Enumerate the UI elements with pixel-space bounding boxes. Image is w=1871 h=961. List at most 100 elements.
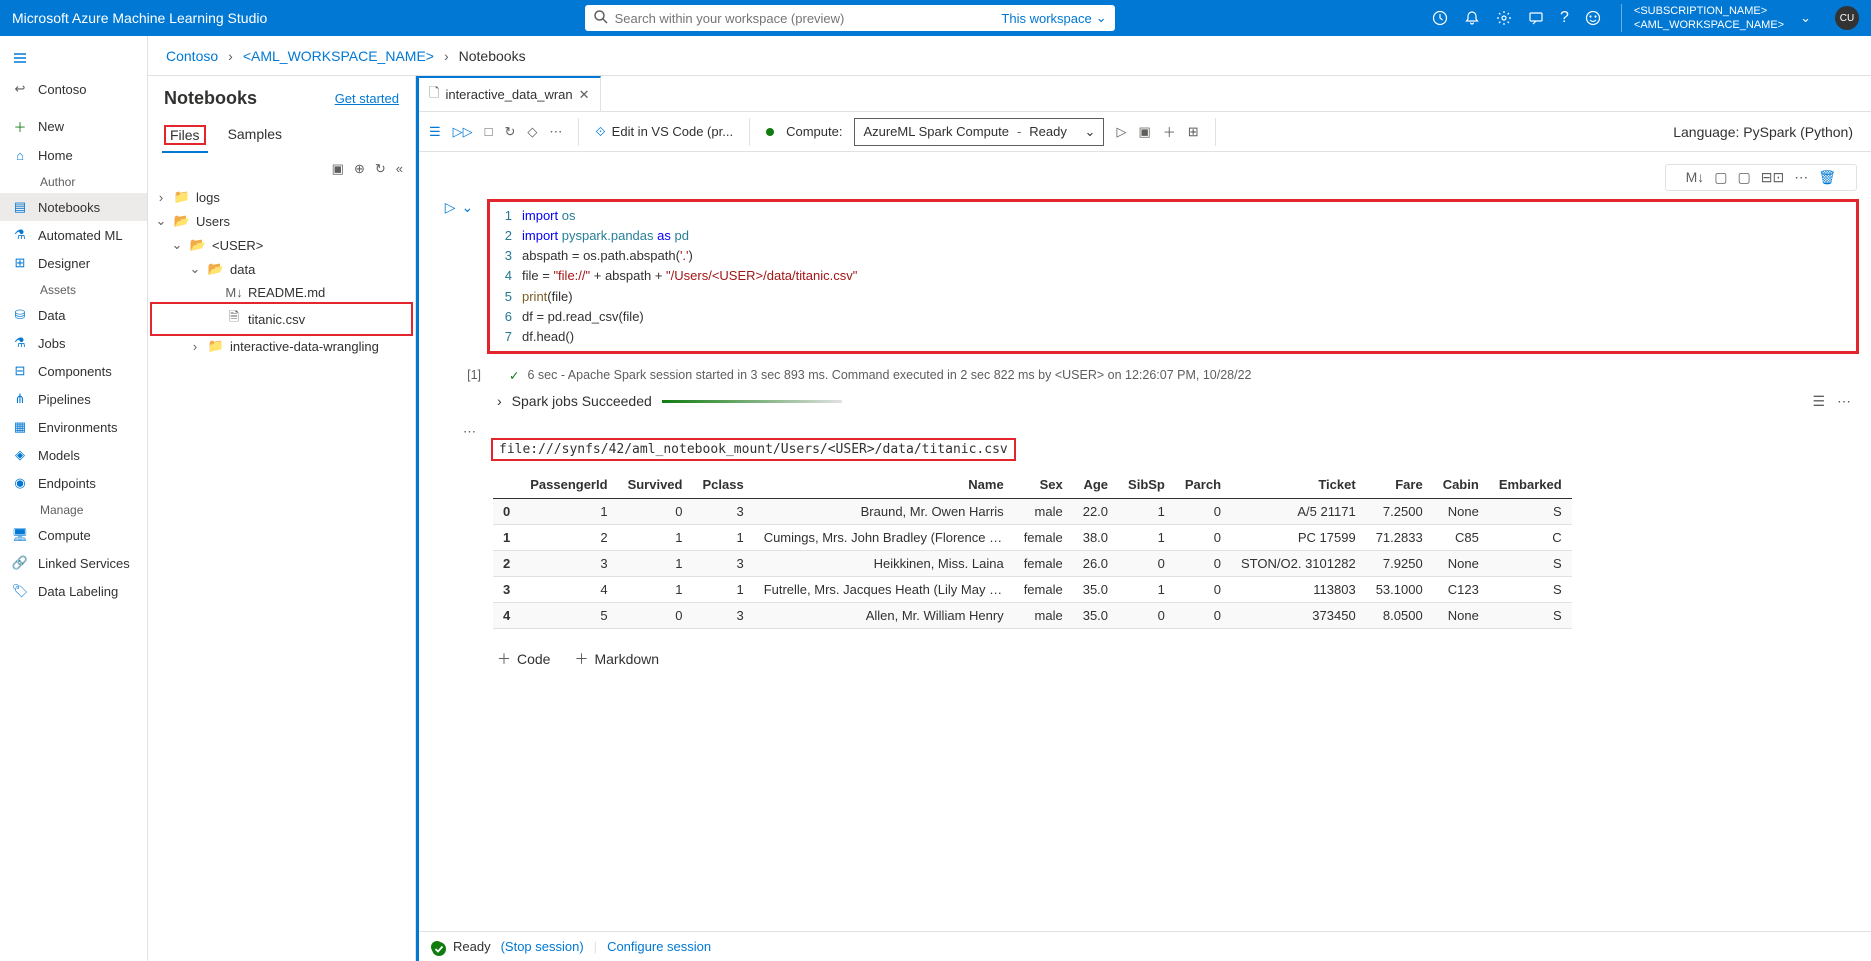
clear-icon[interactable]: ◇: [527, 124, 537, 140]
sidebar-item-designer[interactable]: ⊞ Designer: [0, 249, 147, 277]
label-icon: 🏷: [12, 583, 28, 599]
sidebar-item-back[interactable]: ↩ Contoso: [0, 75, 147, 103]
sidebar-item-models[interactable]: ◈Models: [0, 441, 147, 469]
markdown-toggle-icon[interactable]: M↓: [1686, 169, 1705, 186]
compute-status: Ready: [1029, 124, 1067, 139]
sidebar-item-new[interactable]: ＋ New: [0, 111, 147, 142]
sidebar-label: Components: [38, 364, 112, 379]
move-down-icon[interactable]: ▢: [1738, 169, 1751, 186]
tree-folder-data[interactable]: ⌄ 📂 data: [152, 257, 411, 281]
tree-label: README.md: [248, 285, 409, 300]
play-icon[interactable]: ▷: [1116, 124, 1126, 140]
move-up-icon[interactable]: ▢: [1714, 169, 1727, 186]
gear-icon[interactable]: [1496, 10, 1512, 26]
menu-icon[interactable]: ☰: [429, 124, 441, 140]
breadcrumb-link[interactable]: Contoso: [166, 48, 218, 64]
help-icon[interactable]: ?: [1560, 9, 1569, 27]
stop-session-link[interactable]: (Stop session): [501, 939, 584, 954]
feedback-icon[interactable]: [1528, 10, 1544, 26]
sidebar-item-data[interactable]: ⛁Data: [0, 301, 147, 329]
sidebar-label: New: [38, 119, 64, 134]
tree-folder-idw[interactable]: › 📁 interactive-data-wrangling: [152, 334, 411, 358]
sidebar-item-home[interactable]: ⌂ Home: [0, 142, 147, 169]
more-icon[interactable]: ⋯: [549, 124, 562, 140]
sidebar-item-components[interactable]: ⊟Components: [0, 357, 147, 385]
dataframe-table: PassengerIdSurvivedPclassNameSexAgeSibSp…: [493, 471, 1572, 629]
collapse-icon[interactable]: «: [396, 161, 403, 177]
delete-icon[interactable]: 🗑: [1818, 169, 1836, 186]
edit-vscode-button[interactable]: ⟐ Edit in VS Code (pr...: [595, 124, 733, 140]
run-all-icon[interactable]: ▷▷: [453, 124, 473, 140]
chevron-down-icon[interactable]: ⌄: [1800, 10, 1811, 26]
search-scope[interactable]: This workspace ⌄: [1001, 10, 1106, 26]
sidebar-item-labeling[interactable]: 🏷Data Labeling: [0, 577, 147, 605]
hamburger-icon[interactable]: [0, 44, 147, 75]
search-input[interactable]: [615, 11, 994, 26]
add-icon[interactable]: ⊕: [354, 161, 365, 177]
designer-icon: ⊞: [12, 255, 28, 271]
language-label[interactable]: Language: PySpark (Python): [1673, 124, 1861, 140]
view-icon[interactable]: ⊞: [1188, 124, 1199, 140]
list-icon[interactable]: ☰: [1812, 393, 1825, 410]
back-arrow-icon: ↩: [12, 81, 28, 97]
sidebar-item-linked[interactable]: 🔗Linked Services: [0, 549, 147, 577]
editor-tab[interactable]: 🗋 interactive_data_wran ✕: [419, 76, 601, 111]
chevron-down-icon: ⌄: [1085, 124, 1096, 140]
tab-samples[interactable]: Samples: [226, 122, 284, 152]
compute-select[interactable]: AzureML Spark Compute - Ready ⌄: [854, 118, 1104, 146]
search-box[interactable]: This workspace ⌄: [585, 5, 1115, 31]
vscode-icon: ⟐: [595, 124, 605, 140]
execution-status: [1] ✓ 6 sec - Apache Spark session start…: [419, 362, 1871, 383]
sidebar-item-notebooks[interactable]: ▤ Notebooks: [0, 193, 147, 221]
stop-icon[interactable]: □: [485, 124, 493, 139]
sidebar-item-compute[interactable]: 🖥Compute: [0, 521, 147, 549]
smile-icon[interactable]: [1585, 10, 1601, 26]
clock-icon[interactable]: [1432, 10, 1448, 26]
sidebar-item-pipelines[interactable]: ⋔Pipelines: [0, 385, 147, 413]
configure-session-link[interactable]: Configure session: [607, 939, 711, 954]
run-cell-icon[interactable]: ▷: [445, 199, 456, 216]
refresh-icon[interactable]: ↻: [375, 161, 386, 177]
tree-folder-logs[interactable]: › 📁 logs: [152, 185, 411, 209]
code-editor[interactable]: 1import os2import pyspark.pandas as pd3a…: [487, 199, 1859, 354]
subscription-info[interactable]: <SUBSCRIPTION_NAME> <AML_WORKSPACE_NAME>: [1621, 4, 1784, 33]
sidebar-label: Designer: [38, 256, 90, 271]
split-icon[interactable]: ⊟⊡: [1761, 169, 1784, 186]
plus-icon: ＋: [574, 649, 588, 669]
workspace-name: <AML_WORKSPACE_NAME>: [1634, 18, 1784, 32]
sidebar-item-jobs[interactable]: ⚗Jobs: [0, 329, 147, 357]
add-code-button[interactable]: ＋Code: [497, 649, 550, 669]
avatar[interactable]: CU: [1835, 6, 1859, 30]
add-cell-row: ＋Code ＋Markdown: [419, 629, 1871, 669]
models-icon: ◈: [12, 447, 28, 463]
add-markdown-button[interactable]: ＋Markdown: [574, 649, 659, 669]
terminal-icon[interactable]: ▣: [1138, 124, 1150, 140]
cell-more-icon[interactable]: ⋯: [419, 418, 1871, 440]
sidebar-item-automl[interactable]: ⚗ Automated ML: [0, 221, 147, 249]
tree-file-titanic[interactable]: 🗎 titanic.csv: [152, 304, 411, 334]
vscode-label: Edit in VS Code (pr...: [612, 124, 733, 139]
add-compute-icon[interactable]: ＋: [1163, 122, 1176, 141]
chevron-right-icon[interactable]: ›: [497, 393, 502, 409]
markdown-icon: M↓: [226, 285, 242, 300]
restart-icon[interactable]: ↻: [505, 124, 516, 140]
code-cell: ▷ ⌄ 1import os2import pyspark.pandas as …: [419, 191, 1871, 362]
tree-folder-user[interactable]: ⌄ 📂 <USER>: [152, 233, 411, 257]
sidebar-label: Data: [38, 308, 65, 323]
tree-file-readme[interactable]: M↓ README.md: [152, 281, 411, 304]
more-icon[interactable]: ⋯: [1794, 169, 1808, 186]
chevron-down-icon: ⌄: [154, 213, 168, 229]
chevron-down-icon[interactable]: ⌄: [462, 199, 474, 216]
terminal-icon[interactable]: ▣: [332, 161, 344, 177]
tab-files[interactable]: Files: [162, 121, 208, 153]
bell-icon[interactable]: [1464, 10, 1480, 26]
more-icon[interactable]: ⋯: [1837, 393, 1851, 410]
files-panel: Notebooks Get started Files Samples ▣ ⊕ …: [148, 76, 416, 961]
sidebar-item-endpoints[interactable]: ◉Endpoints: [0, 469, 147, 497]
get-started-link[interactable]: Get started: [335, 91, 399, 106]
sidebar-item-environments[interactable]: ▦Environments: [0, 413, 147, 441]
breadcrumb-link[interactable]: <AML_WORKSPACE_NAME>: [243, 48, 434, 64]
close-icon[interactable]: ✕: [579, 87, 590, 103]
compute-name: AzureML Spark Compute: [863, 124, 1008, 139]
tree-folder-users[interactable]: ⌄ 📂 Users: [152, 209, 411, 233]
